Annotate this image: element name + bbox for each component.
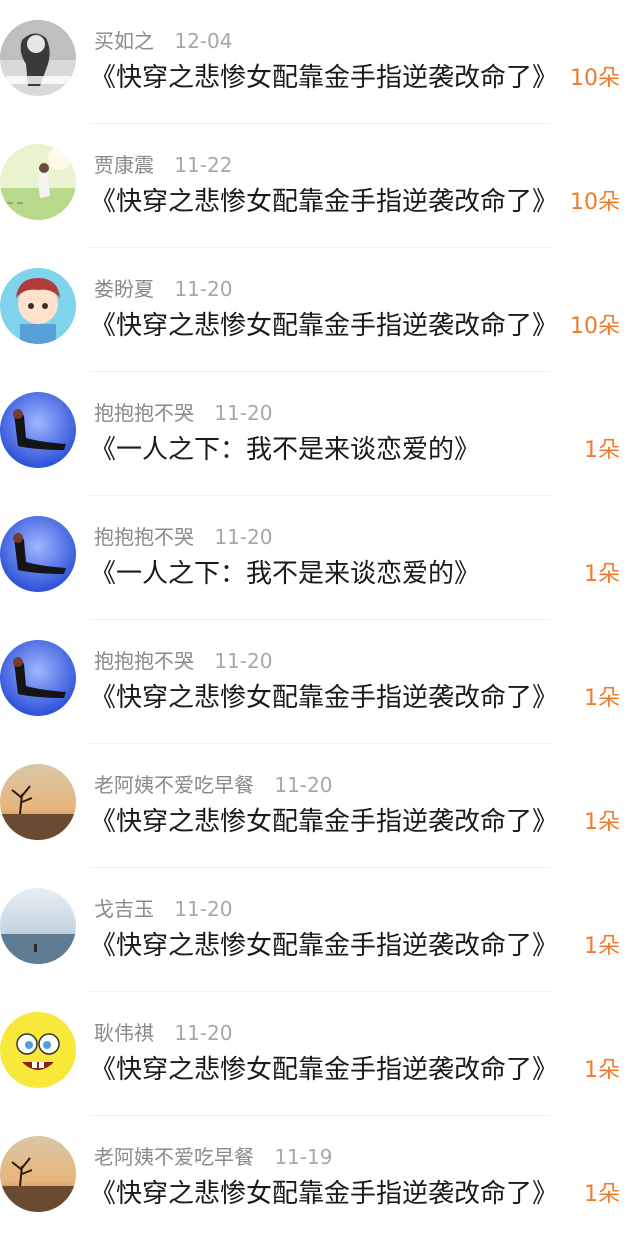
flower-count: 1朵 [584, 1182, 620, 1207]
username[interactable]: 抱抱抱不哭 [94, 525, 194, 549]
timestamp: 11-20 [214, 525, 273, 549]
list-item[interactable]: 抱抱抱不哭 11-20 《一人之下：我不是来谈恋爱的》 1朵 [0, 372, 640, 496]
book-title[interactable]: 《快穿之悲惨女配靠金手指逆袭改命了》 [90, 308, 558, 344]
book-title[interactable]: 《快穿之悲惨女配靠金手指逆袭改命了》 [90, 1052, 558, 1088]
flower-count: 1朵 [584, 438, 620, 463]
meadow-girl-avatar[interactable]: ~ ~ [0, 144, 76, 220]
list-item[interactable]: 老阿姨不爱吃早餐 11-20 《快穿之悲惨女配靠金手指逆袭改命了》 1朵 [0, 744, 640, 868]
sunset-tree-avatar[interactable] [0, 764, 76, 840]
timestamp: 11-20 [214, 401, 273, 425]
timestamp: 11-22 [174, 153, 233, 177]
book-title[interactable]: 《快穿之悲惨女配靠金手指逆袭改命了》 [90, 928, 558, 964]
list-item[interactable]: 娄盼夏 11-20 《快穿之悲惨女配靠金手指逆袭改命了》 10朵 [0, 248, 640, 372]
timestamp: 11-20 [174, 277, 233, 301]
list-item[interactable]: 耿伟祺 11-20 《快穿之悲惨女配靠金手指逆袭改命了》 1朵 [0, 992, 640, 1116]
book-title[interactable]: 《快穿之悲惨女配靠金手指逆袭改命了》 [90, 1176, 558, 1212]
timestamp: 11-20 [174, 897, 233, 921]
flower-count: 1朵 [584, 1058, 620, 1083]
sunset-tree-avatar[interactable] [0, 1136, 76, 1212]
timestamp: 12-04 [174, 29, 233, 53]
flower-count: 10朵 [570, 66, 620, 91]
book-title[interactable]: 《一人之下：我不是来谈恋爱的》 [90, 432, 480, 468]
username[interactable]: 娄盼夏 [94, 277, 154, 301]
svg-text:~ ~: ~ ~ [6, 199, 24, 209]
lake-sky-avatar[interactable] [0, 888, 76, 964]
username[interactable]: 耿伟祺 [94, 1021, 154, 1045]
username[interactable]: 老阿姨不爱吃早餐 [94, 773, 254, 797]
list-item[interactable]: 老阿姨不爱吃早餐 11-19 《快穿之悲惨女配靠金手指逆袭改命了》 1朵 [0, 1116, 640, 1240]
blue-woman-avatar[interactable] [0, 392, 76, 468]
timestamp: 11-20 [174, 1021, 233, 1045]
timestamp: 11-20 [214, 649, 273, 673]
blue-woman-avatar[interactable] [0, 516, 76, 592]
timestamp: 11-19 [274, 1145, 333, 1169]
bw-girl-photo-avatar[interactable] [0, 20, 76, 96]
username[interactable]: 贾康震 [94, 153, 154, 177]
sponge-character-avatar[interactable] [0, 1012, 76, 1088]
flower-count: 1朵 [584, 934, 620, 959]
book-title[interactable]: 《快穿之悲惨女配靠金手指逆袭改命了》 [90, 184, 558, 220]
username[interactable]: 抱抱抱不哭 [94, 401, 194, 425]
list-item[interactable]: 戈吉玉 11-20 《快穿之悲惨女配靠金手指逆袭改命了》 1朵 [0, 868, 640, 992]
book-title[interactable]: 《一人之下：我不是来谈恋爱的》 [90, 556, 480, 592]
list-item[interactable]: ~ ~ 贾康震 11-22 《快穿之悲惨女配靠金手指逆袭改命了》 10朵 [0, 124, 640, 248]
gift-record-list: 买如之 12-04 《快穿之悲惨女配靠金手指逆袭改命了》 10朵 ~ ~ 贾康震… [0, 0, 640, 1227]
username[interactable]: 买如之 [94, 29, 154, 53]
username[interactable]: 抱抱抱不哭 [94, 649, 194, 673]
flower-count: 10朵 [570, 314, 620, 339]
book-title[interactable]: 《快穿之悲惨女配靠金手指逆袭改命了》 [90, 60, 558, 96]
timestamp: 11-20 [274, 773, 333, 797]
list-item[interactable]: 抱抱抱不哭 11-20 《快穿之悲惨女配靠金手指逆袭改命了》 1朵 [0, 620, 640, 744]
flower-count: 1朵 [584, 686, 620, 711]
cartoon-boy-avatar[interactable] [0, 268, 76, 344]
flower-count: 1朵 [584, 810, 620, 835]
username[interactable]: 戈吉玉 [94, 897, 154, 921]
username[interactable]: 老阿姨不爱吃早餐 [94, 1145, 254, 1169]
flower-count: 1朵 [584, 562, 620, 587]
book-title[interactable]: 《快穿之悲惨女配靠金手指逆袭改命了》 [90, 680, 558, 716]
list-item[interactable]: 抱抱抱不哭 11-20 《一人之下：我不是来谈恋爱的》 1朵 [0, 496, 640, 620]
book-title[interactable]: 《快穿之悲惨女配靠金手指逆袭改命了》 [90, 804, 558, 840]
blue-woman-avatar[interactable] [0, 640, 76, 716]
list-item[interactable]: 买如之 12-04 《快穿之悲惨女配靠金手指逆袭改命了》 10朵 [0, 0, 640, 124]
flower-count: 10朵 [570, 190, 620, 215]
